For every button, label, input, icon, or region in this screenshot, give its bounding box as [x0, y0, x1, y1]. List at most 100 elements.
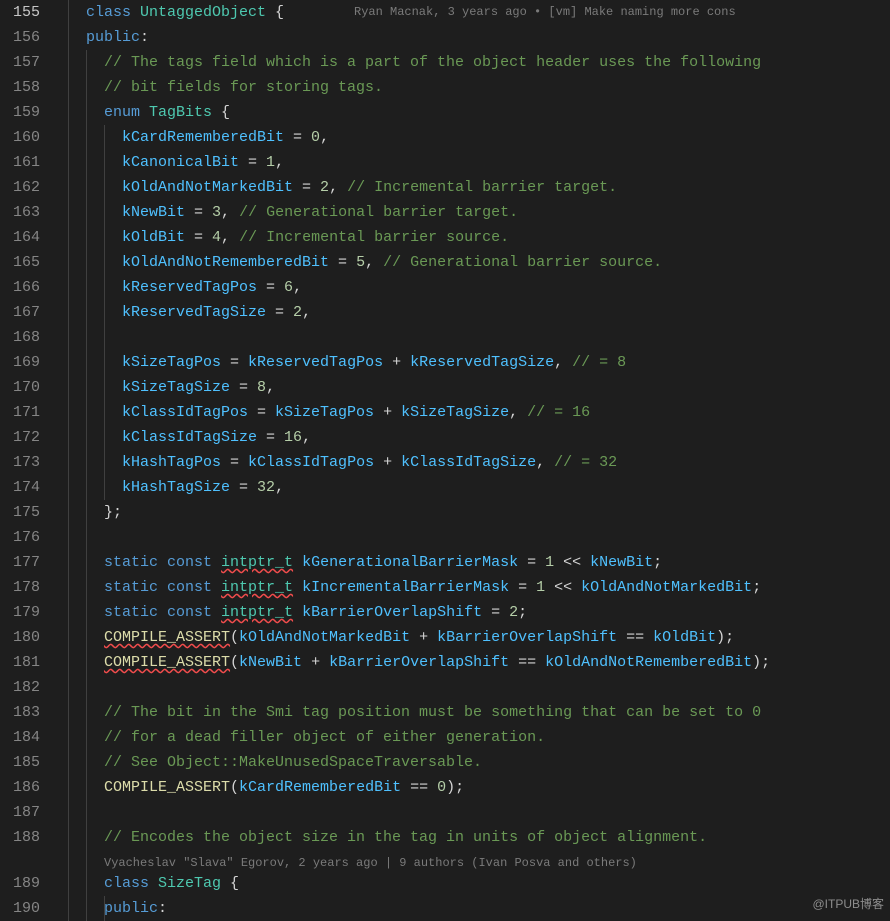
- code-area[interactable]: class UntaggedObject {Ryan Macnak, 3 yea…: [54, 0, 890, 921]
- token: 1: [266, 154, 275, 171]
- line-number: 158: [0, 75, 40, 100]
- code-line[interactable]: kClassIdTagPos = kSizeTagPos + kSizeTagS…: [54, 400, 890, 425]
- code-line[interactable]: // Encodes the object size in the tag in…: [54, 825, 890, 850]
- line-number: 157: [0, 50, 40, 75]
- token: enum: [104, 104, 149, 121]
- code-line[interactable]: [54, 525, 890, 550]
- code-line[interactable]: kCardRememberedBit = 0,: [54, 125, 890, 150]
- token: <<: [554, 554, 590, 571]
- token: ,: [536, 454, 554, 471]
- token: (: [230, 779, 239, 796]
- line-number: 165: [0, 250, 40, 275]
- line-content: // The bit in the Smi tag position must …: [54, 704, 761, 721]
- token: 1: [545, 554, 554, 571]
- code-line[interactable]: kClassIdTagSize = 16,: [54, 425, 890, 450]
- code-line[interactable]: public:: [54, 896, 890, 921]
- token: 5: [356, 254, 365, 271]
- token: <<: [545, 579, 581, 596]
- code-line[interactable]: static const intptr_t kBarrierOverlapShi…: [54, 600, 890, 625]
- code-line[interactable]: [54, 325, 890, 350]
- token: =: [329, 254, 356, 271]
- line-content: kClassIdTagSize = 16,: [54, 429, 311, 446]
- token: kNewBit: [239, 654, 302, 671]
- token: kCardRememberedBit: [122, 129, 284, 146]
- token: kHashTagPos: [122, 454, 221, 471]
- token: intptr_t: [221, 579, 293, 596]
- token: =: [230, 379, 257, 396]
- code-line[interactable]: kReservedTagSize = 2,: [54, 300, 890, 325]
- token: =: [239, 154, 266, 171]
- token: kOldAndNotMarkedBit: [122, 179, 293, 196]
- code-line[interactable]: // See Object::MakeUnusedSpaceTraversabl…: [54, 750, 890, 775]
- token: };: [104, 504, 122, 521]
- token: +: [374, 454, 401, 471]
- token: kOldAndNotRememberedBit: [545, 654, 752, 671]
- code-line[interactable]: Vyacheslav "Slava" Egorov, 2 years ago |…: [54, 850, 890, 871]
- token: ,: [329, 179, 347, 196]
- token: ;: [518, 604, 527, 621]
- line-content: // See Object::MakeUnusedSpaceTraversabl…: [54, 754, 482, 771]
- code-editor[interactable]: 1551561571581591601611621631641651661671…: [0, 0, 890, 921]
- token: {: [266, 4, 284, 21]
- code-line[interactable]: kOldAndNotRememberedBit = 5, // Generati…: [54, 250, 890, 275]
- token: TagBits: [149, 104, 212, 121]
- code-line[interactable]: enum TagBits {: [54, 100, 890, 125]
- line-content: COMPILE_ASSERT(kOldAndNotMarkedBit + kBa…: [54, 629, 734, 646]
- token: );: [752, 654, 770, 671]
- token: kCardRememberedBit: [239, 779, 401, 796]
- token: ,: [302, 304, 311, 321]
- token: ,: [266, 379, 275, 396]
- code-line[interactable]: [54, 800, 890, 825]
- line-content: kSizeTagSize = 8,: [54, 379, 275, 396]
- line-content: kCardRememberedBit = 0,: [54, 129, 329, 146]
- line-number: 180: [0, 625, 40, 650]
- token: kClassIdTagPos: [248, 454, 374, 471]
- line-content: public:: [54, 29, 149, 46]
- code-line[interactable]: COMPILE_ASSERT(kOldAndNotMarkedBit + kBa…: [54, 625, 890, 650]
- line-content: // bit fields for storing tags.: [54, 79, 383, 96]
- code-line[interactable]: };: [54, 500, 890, 525]
- token: kSizeTagSize: [401, 404, 509, 421]
- code-line[interactable]: COMPILE_ASSERT(kCardRememberedBit == 0);: [54, 775, 890, 800]
- code-line[interactable]: kOldBit = 4, // Incremental barrier sour…: [54, 225, 890, 250]
- token: kSizeTagPos: [122, 354, 221, 371]
- code-line[interactable]: public:: [54, 25, 890, 50]
- code-line[interactable]: // for a dead filler object of either ge…: [54, 725, 890, 750]
- code-line[interactable]: static const intptr_t kIncrementalBarrie…: [54, 575, 890, 600]
- code-line[interactable]: // The tags field which is a part of the…: [54, 50, 890, 75]
- code-line[interactable]: class SizeTag {: [54, 871, 890, 896]
- token: // = 32: [554, 454, 617, 471]
- code-line[interactable]: kNewBit = 3, // Generational barrier tar…: [54, 200, 890, 225]
- code-line[interactable]: // The bit in the Smi tag position must …: [54, 700, 890, 725]
- code-line[interactable]: class UntaggedObject {Ryan Macnak, 3 yea…: [54, 0, 890, 25]
- line-content: [54, 329, 122, 346]
- line-number: 171: [0, 400, 40, 425]
- code-line[interactable]: kSizeTagPos = kReservedTagPos + kReserve…: [54, 350, 890, 375]
- code-line[interactable]: kHashTagSize = 32,: [54, 475, 890, 500]
- code-line[interactable]: kOldAndNotMarkedBit = 2, // Incremental …: [54, 175, 890, 200]
- token: static const: [104, 579, 221, 596]
- line-number: 177: [0, 550, 40, 575]
- code-line[interactable]: // bit fields for storing tags.: [54, 75, 890, 100]
- code-line[interactable]: [54, 675, 890, 700]
- token: kNewBit: [122, 204, 185, 221]
- line-number: 160: [0, 125, 40, 150]
- token: {: [221, 875, 239, 892]
- token: // Encodes the object size in the tag in…: [104, 829, 707, 846]
- token: // Generational barrier target.: [239, 204, 518, 221]
- line-number: 183: [0, 700, 40, 725]
- code-line[interactable]: kCanonicalBit = 1,: [54, 150, 890, 175]
- token: +: [383, 354, 410, 371]
- code-line[interactable]: static const intptr_t kGenerationalBarri…: [54, 550, 890, 575]
- token: kBarrierOverlapShift: [329, 654, 509, 671]
- token: 2: [509, 604, 518, 621]
- token: kOldBit: [653, 629, 716, 646]
- code-line[interactable]: kSizeTagSize = 8,: [54, 375, 890, 400]
- token: kReservedTagPos: [248, 354, 383, 371]
- token: +: [302, 654, 329, 671]
- line-number: 182: [0, 675, 40, 700]
- code-line[interactable]: kReservedTagPos = 6,: [54, 275, 890, 300]
- code-line[interactable]: COMPILE_ASSERT(kNewBit + kBarrierOverlap…: [54, 650, 890, 675]
- line-content: kNewBit = 3, // Generational barrier tar…: [54, 204, 518, 221]
- code-line[interactable]: kHashTagPos = kClassIdTagPos + kClassIdT…: [54, 450, 890, 475]
